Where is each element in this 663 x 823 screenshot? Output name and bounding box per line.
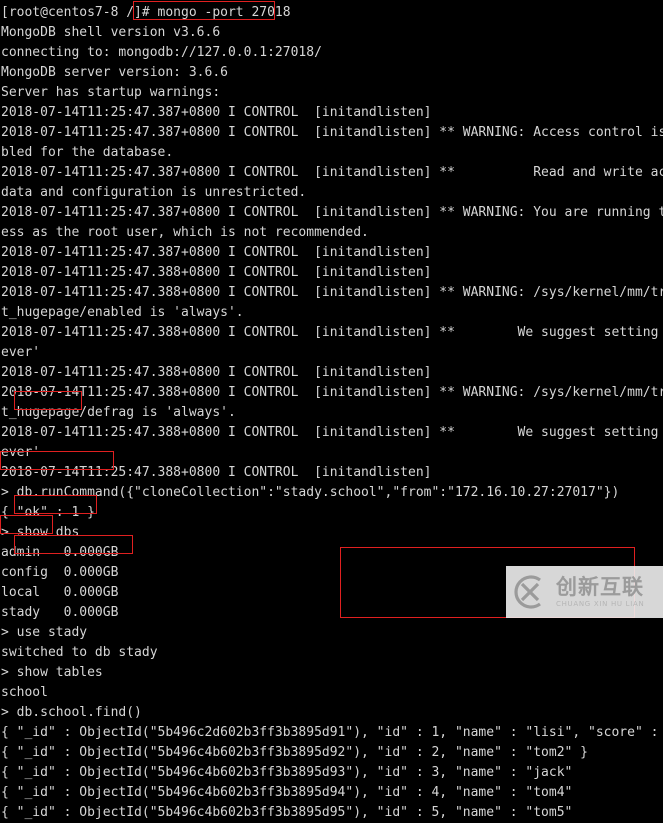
cx-circle-logo-icon <box>514 575 541 609</box>
terminal-line: { "_id" : ObjectId("5b496c2d602b3ff3b389… <box>1 725 663 740</box>
terminal-line: > db.school.find() <box>1 705 142 720</box>
terminal-line: > use stady <box>1 625 88 640</box>
terminal-line: admin 0.000GB <box>1 545 119 560</box>
terminal-line: 2018-07-14T11:25:47.388+0800 I CONTROL [… <box>1 465 432 480</box>
terminal-line: t_hugepage/defrag is 'always'. <box>1 405 236 420</box>
terminal-line: t_hugepage/enabled is 'always'. <box>1 305 244 320</box>
terminal-line: > show tables <box>1 665 103 680</box>
terminal-line: MongoDB server version: 3.6.6 <box>1 65 228 80</box>
terminal-line: 2018-07-14T11:25:47.388+0800 I CONTROL [… <box>1 385 663 400</box>
terminal-line: 2018-07-14T11:25:47.388+0800 I CONTROL [… <box>1 325 663 340</box>
watermark-cn: 创新互联 <box>556 574 644 599</box>
watermark-text: 创新互联 CHUANG XIN HU LIAN <box>556 574 645 608</box>
terminal-line: { "_id" : ObjectId("5b496c4b602b3ff3b389… <box>1 785 573 800</box>
terminal-line: 2018-07-14T11:25:47.388+0800 I CONTROL [… <box>1 425 663 440</box>
terminal-line: switched to db stady <box>1 645 158 660</box>
terminal-line: school <box>1 685 48 700</box>
terminal-line: data and configuration is unrestricted. <box>1 185 307 200</box>
terminal-line: > show dbs <box>1 525 80 540</box>
terminal-line: ever' <box>1 445 41 460</box>
terminal-line: MongoDB shell version v3.6.6 <box>1 25 221 40</box>
terminal-window[interactable]: [root@centos7-8 /]# mongo -port 27018 Mon… <box>0 0 663 820</box>
terminal-line: 2018-07-14T11:25:47.388+0800 I CONTROL [… <box>1 265 432 280</box>
terminal-line: ess as the root user, which is not recom… <box>1 225 369 240</box>
terminal-line: bled for the database. <box>1 145 174 160</box>
terminal-line: 2018-07-14T11:25:47.388+0800 I CONTROL [… <box>1 365 432 380</box>
watermark: 创新互联 CHUANG XIN HU LIAN <box>506 566 663 618</box>
terminal-line: connecting to: mongodb://127.0.0.1:27018… <box>1 45 322 60</box>
terminal-line: 2018-07-14T11:25:47.387+0800 I CONTROL [… <box>1 105 432 120</box>
terminal-line: 2018-07-14T11:25:47.387+0800 I CONTROL [… <box>1 125 663 140</box>
terminal-line: { "_id" : ObjectId("5b496c4b602b3ff3b389… <box>1 805 573 820</box>
terminal-output: [root@centos7-8 /]# mongo -port 27018 Mon… <box>0 3 663 823</box>
terminal-line: 2018-07-14T11:25:47.387+0800 I CONTROL [… <box>1 165 663 180</box>
terminal-line: Server has startup warnings: <box>1 85 221 100</box>
terminal-line: [root@centos7-8 /]# mongo -port 27018 <box>1 5 291 20</box>
terminal-line: { "_id" : ObjectId("5b496c4b602b3ff3b389… <box>1 765 573 780</box>
terminal-line: 2018-07-14T11:25:47.387+0800 I CONTROL [… <box>1 205 663 220</box>
terminal-line: > db.runCommand({"cloneCollection":"stad… <box>1 485 620 500</box>
terminal-line: { "ok" : 1 } <box>1 505 95 520</box>
terminal-line: ever' <box>1 345 41 360</box>
terminal-line: { "_id" : ObjectId("5b496c4b602b3ff3b389… <box>1 745 588 760</box>
terminal-line: 2018-07-14T11:25:47.387+0800 I CONTROL [… <box>1 245 432 260</box>
watermark-en: CHUANG XIN HU LIAN <box>556 599 645 608</box>
terminal-line: 2018-07-14T11:25:47.388+0800 I CONTROL [… <box>1 285 663 300</box>
